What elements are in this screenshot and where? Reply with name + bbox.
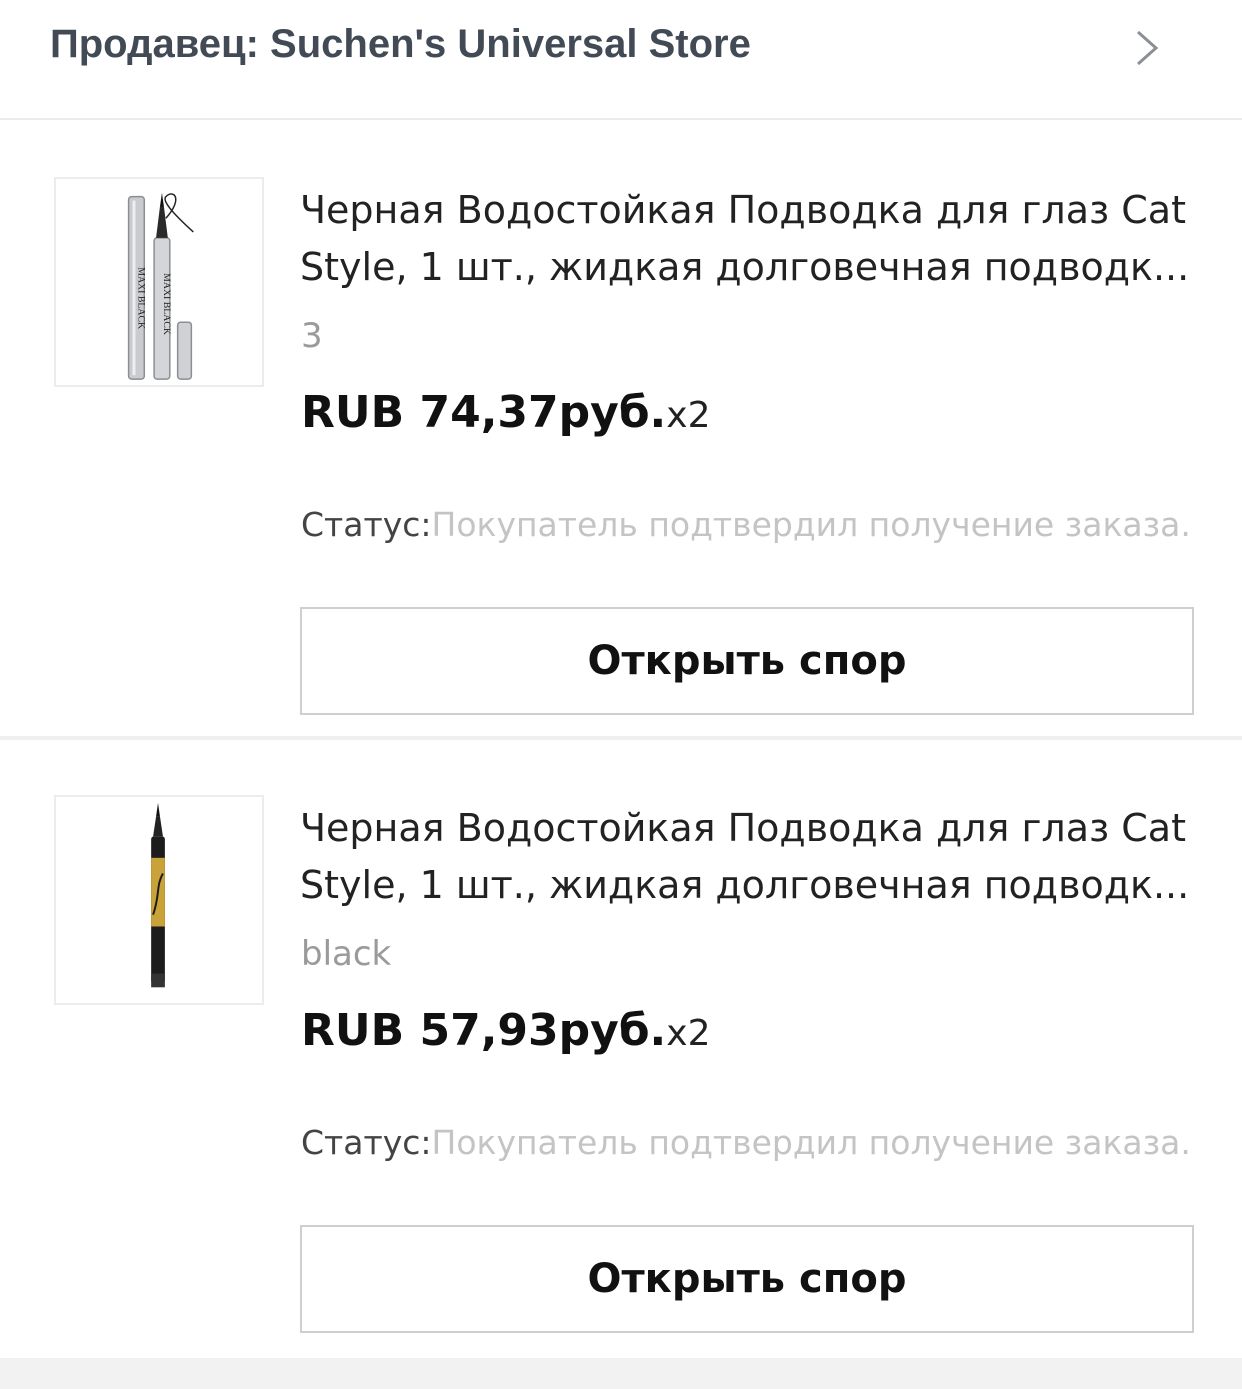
chevron-right-icon[interactable] — [1128, 28, 1168, 68]
order-status: Статус:Покупатель подтвердил получение з… — [301, 1123, 1191, 1162]
status-label: Статус: — [301, 1123, 432, 1162]
product-title[interactable]: Черная Водостойкая Подводка для глаз Cat… — [300, 800, 1200, 914]
open-dispute-button[interactable]: Открыть спор — [300, 1225, 1194, 1333]
seller-header[interactable]: Продавец: Suchen's Universal Store — [0, 0, 1242, 120]
order-item: Черная Водостойкая Подводка для глаз Cat… — [0, 740, 1242, 1358]
svg-text:MAXI BLACK: MAXI BLACK — [135, 267, 146, 329]
open-dispute-button[interactable]: Открыть спор — [300, 607, 1194, 715]
product-image[interactable]: MAXI BLACK MAXI BLACK — [54, 177, 264, 387]
bottom-divider — [0, 1358, 1242, 1389]
price-row: RUB 57,93руб.x2 — [301, 1005, 710, 1056]
eyeliner-gold-product-image — [151, 802, 165, 988]
product-title[interactable]: Черная Водостойкая Подводка для глаз Cat… — [300, 182, 1200, 296]
product-quantity: x2 — [666, 395, 711, 436]
eyeliner-silver-product-image: MAXI BLACK MAXI BLACK — [127, 192, 194, 380]
product-price: RUB 74,37руб. — [301, 387, 667, 438]
price-row: RUB 74,37руб.x2 — [301, 387, 710, 438]
product-image[interactable] — [54, 795, 264, 1005]
product-price: RUB 57,93руб. — [301, 1005, 667, 1056]
order-status: Статус:Покупатель подтвердил получение з… — [301, 505, 1191, 544]
svg-text:MAXI BLACK: MAXI BLACK — [161, 273, 172, 335]
status-value: Покупатель подтвердил получение заказа. — [431, 505, 1191, 544]
status-value: Покупатель подтвердил получение заказа. — [431, 1123, 1191, 1162]
product-quantity: x2 — [666, 1013, 711, 1054]
product-variant: 3 — [301, 316, 323, 356]
order-item: MAXI BLACK MAXI BLACK Черная Водостойкая… — [0, 122, 1242, 740]
status-label: Статус: — [301, 505, 432, 544]
seller-title: Продавец: Suchen's Universal Store — [50, 22, 751, 66]
product-variant: black — [301, 934, 392, 974]
